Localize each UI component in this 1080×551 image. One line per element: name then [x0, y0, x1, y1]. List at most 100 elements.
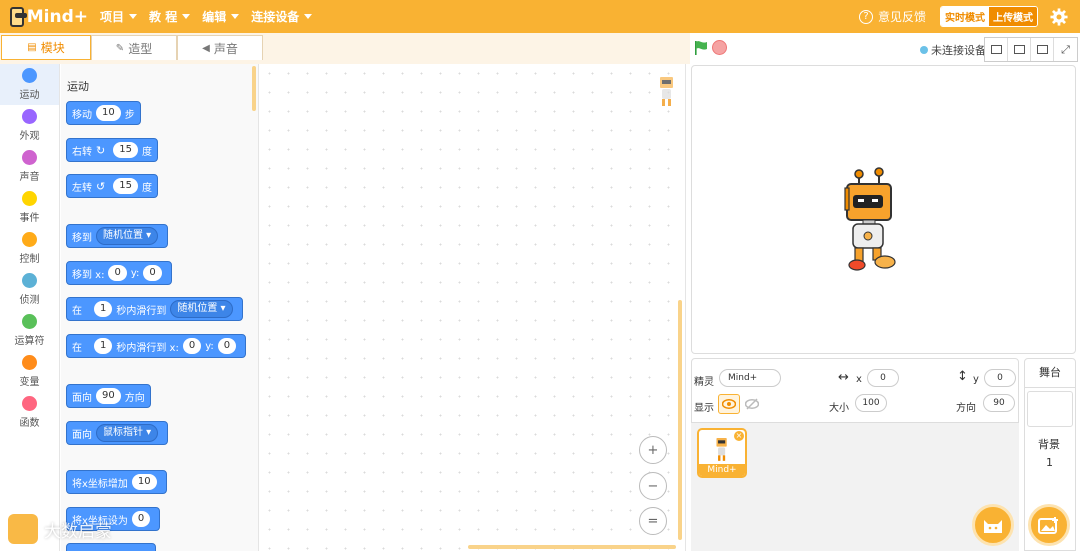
menu-edit[interactable]: 编辑 [202, 8, 240, 25]
category-label: 外观 [19, 131, 40, 142]
fullscreen-button[interactable]: ⤢ [1054, 38, 1077, 61]
app-logo[interactable]: Mind+ [10, 6, 88, 27]
tab-costumes[interactable]: ✎ 造型 [91, 35, 177, 60]
rotate-left-icon: ↺ [96, 179, 106, 193]
block-input[interactable]: 10 [131, 474, 157, 490]
category-control[interactable]: 控制 [0, 228, 59, 269]
block-goto[interactable]: 移到 随机位置 ▾ [66, 224, 169, 248]
block-turn-right[interactable]: 右转 ↻ 15 度 [66, 138, 158, 162]
script-horizontal-scrollbar[interactable] [468, 545, 676, 549]
block-partial[interactable] [66, 543, 156, 551]
gear-icon[interactable] [1050, 7, 1068, 26]
zoom-in-icon: + [647, 442, 659, 458]
block-input[interactable]: 0 [108, 265, 127, 281]
block-move-steps[interactable]: 移动 10 步 [66, 101, 141, 125]
live-mode-button[interactable]: 实时模式 [941, 7, 989, 26]
block-point-towards[interactable]: 面向 鼠标指针 ▾ [66, 421, 169, 445]
sprite-name-input[interactable]: Mind+ [719, 369, 781, 387]
stage-panel-title: 舞台 [1024, 358, 1076, 388]
show-label: 显示 [694, 403, 714, 414]
hide-sprite-button[interactable] [741, 394, 763, 414]
help-icon[interactable]: ? [858, 9, 873, 24]
small-stage-button[interactable] [985, 38, 1008, 61]
tab-blocks[interactable]: ▤ 模块 [1, 35, 91, 60]
x-input[interactable]: 0 [867, 369, 899, 387]
block-change-x[interactable]: 将x坐标增加 10 [66, 470, 167, 494]
block-input[interactable]: 1 [94, 301, 113, 317]
block-turn-left[interactable]: 左转 ↺ 15 度 [66, 174, 158, 198]
category-dot-icon [22, 396, 37, 411]
block-input[interactable]: 15 [113, 142, 138, 158]
category-sensing[interactable]: 侦测 [0, 269, 59, 310]
feedback-link[interactable]: 意见反馈 [878, 8, 926, 25]
add-backdrop-button[interactable] [1028, 504, 1070, 546]
block-input[interactable]: 10 [96, 105, 121, 121]
y-input[interactable]: 0 [984, 369, 1016, 387]
green-flag-icon[interactable] [693, 40, 709, 56]
tab-sounds[interactable]: ◀ 声音 [177, 35, 263, 60]
block-input[interactable]: 0 [217, 338, 237, 354]
small-stage-icon [990, 45, 1002, 54]
block-point-direction[interactable]: 面向 90 方向 [66, 384, 151, 408]
category-variables[interactable]: 变量 [0, 351, 59, 392]
connection-status[interactable]: 未连接设备 [920, 42, 986, 58]
block-dropdown[interactable]: 随机位置 ▾ [170, 300, 233, 318]
tab-costumes-label: 造型 [128, 41, 153, 56]
block-input[interactable]: 0 [143, 265, 162, 281]
category-events[interactable]: 事件 [0, 187, 59, 228]
block-input[interactable]: 15 [113, 178, 138, 194]
image-add-icon [1038, 517, 1058, 534]
category-sound[interactable]: 声音 [0, 146, 59, 187]
size-input[interactable]: 100 [855, 394, 887, 412]
block-text: 移到 x: [72, 269, 105, 281]
menu-project[interactable]: 项目 [100, 8, 138, 25]
block-text: y: [205, 340, 214, 352]
y-label: y [973, 374, 979, 385]
upload-mode-button[interactable]: 上传模式 [989, 7, 1037, 26]
block-input[interactable]: 90 [96, 388, 121, 404]
mind-plus-robot-sprite[interactable] [837, 162, 907, 274]
menu-tutorial[interactable]: 教 程 [149, 8, 191, 25]
block-glide[interactable]: 在 1 秒内滑行到 随机位置 ▾ [66, 297, 243, 321]
menu-connect-device[interactable]: 连接设备 [251, 8, 313, 25]
block-input[interactable]: 0 [131, 511, 151, 527]
menu-connect-label: 连接设备 [251, 10, 300, 24]
zoom-out-button[interactable]: − [639, 472, 667, 500]
block-goto-xy[interactable]: 移到 x: 0 y: 0 [66, 261, 172, 285]
direction-input[interactable]: 90 [983, 394, 1015, 412]
mind-plus-logo-icon [10, 6, 27, 27]
palette-scrollbar[interactable] [252, 66, 256, 111]
script-vertical-scrollbar[interactable] [678, 300, 682, 540]
category-looks[interactable]: 外观 [0, 105, 59, 146]
category-dot-icon [22, 355, 37, 370]
block-text: 移到 [72, 232, 92, 244]
add-sprite-button[interactable] [972, 504, 1014, 546]
category-motion[interactable]: 运动 [0, 64, 59, 105]
block-input[interactable]: 1 [94, 338, 113, 354]
category-operators[interactable]: 运算符 [0, 310, 59, 351]
block-text: 面向 [72, 429, 92, 441]
stage-canvas[interactable] [691, 65, 1076, 354]
tab-blocks-label: 模块 [40, 41, 65, 55]
normal-stage-button[interactable] [1008, 38, 1031, 61]
block-dropdown[interactable]: 随机位置 ▾ [96, 227, 159, 245]
category-functions[interactable]: 函数 [0, 392, 59, 433]
zoom-reset-button[interactable]: = [639, 507, 667, 535]
zoom-in-button[interactable]: + [639, 436, 667, 464]
script-area[interactable] [260, 64, 686, 551]
block-input[interactable]: 0 [182, 338, 202, 354]
show-sprite-button[interactable] [718, 394, 740, 414]
category-label: 函数 [19, 418, 40, 429]
block-text: 右转 [72, 146, 92, 158]
large-stage-button[interactable] [1031, 38, 1054, 61]
close-icon[interactable]: × [734, 431, 744, 441]
mode-toggle[interactable]: 实时模式 上传模式 [940, 6, 1038, 27]
stage-thumbnail[interactable] [1027, 391, 1073, 427]
block-text: 秒内滑行到 [116, 305, 167, 317]
logo-text: Mind+ [26, 6, 88, 27]
block-text: 移动 [72, 109, 92, 121]
block-glide-xy[interactable]: 在 1 秒内滑行到 x: 0 y: 0 [66, 334, 247, 358]
stop-button[interactable] [712, 40, 727, 55]
block-text: 秒内滑行到 x: [116, 342, 179, 354]
block-dropdown[interactable]: 鼠标指针 ▾ [96, 424, 159, 442]
